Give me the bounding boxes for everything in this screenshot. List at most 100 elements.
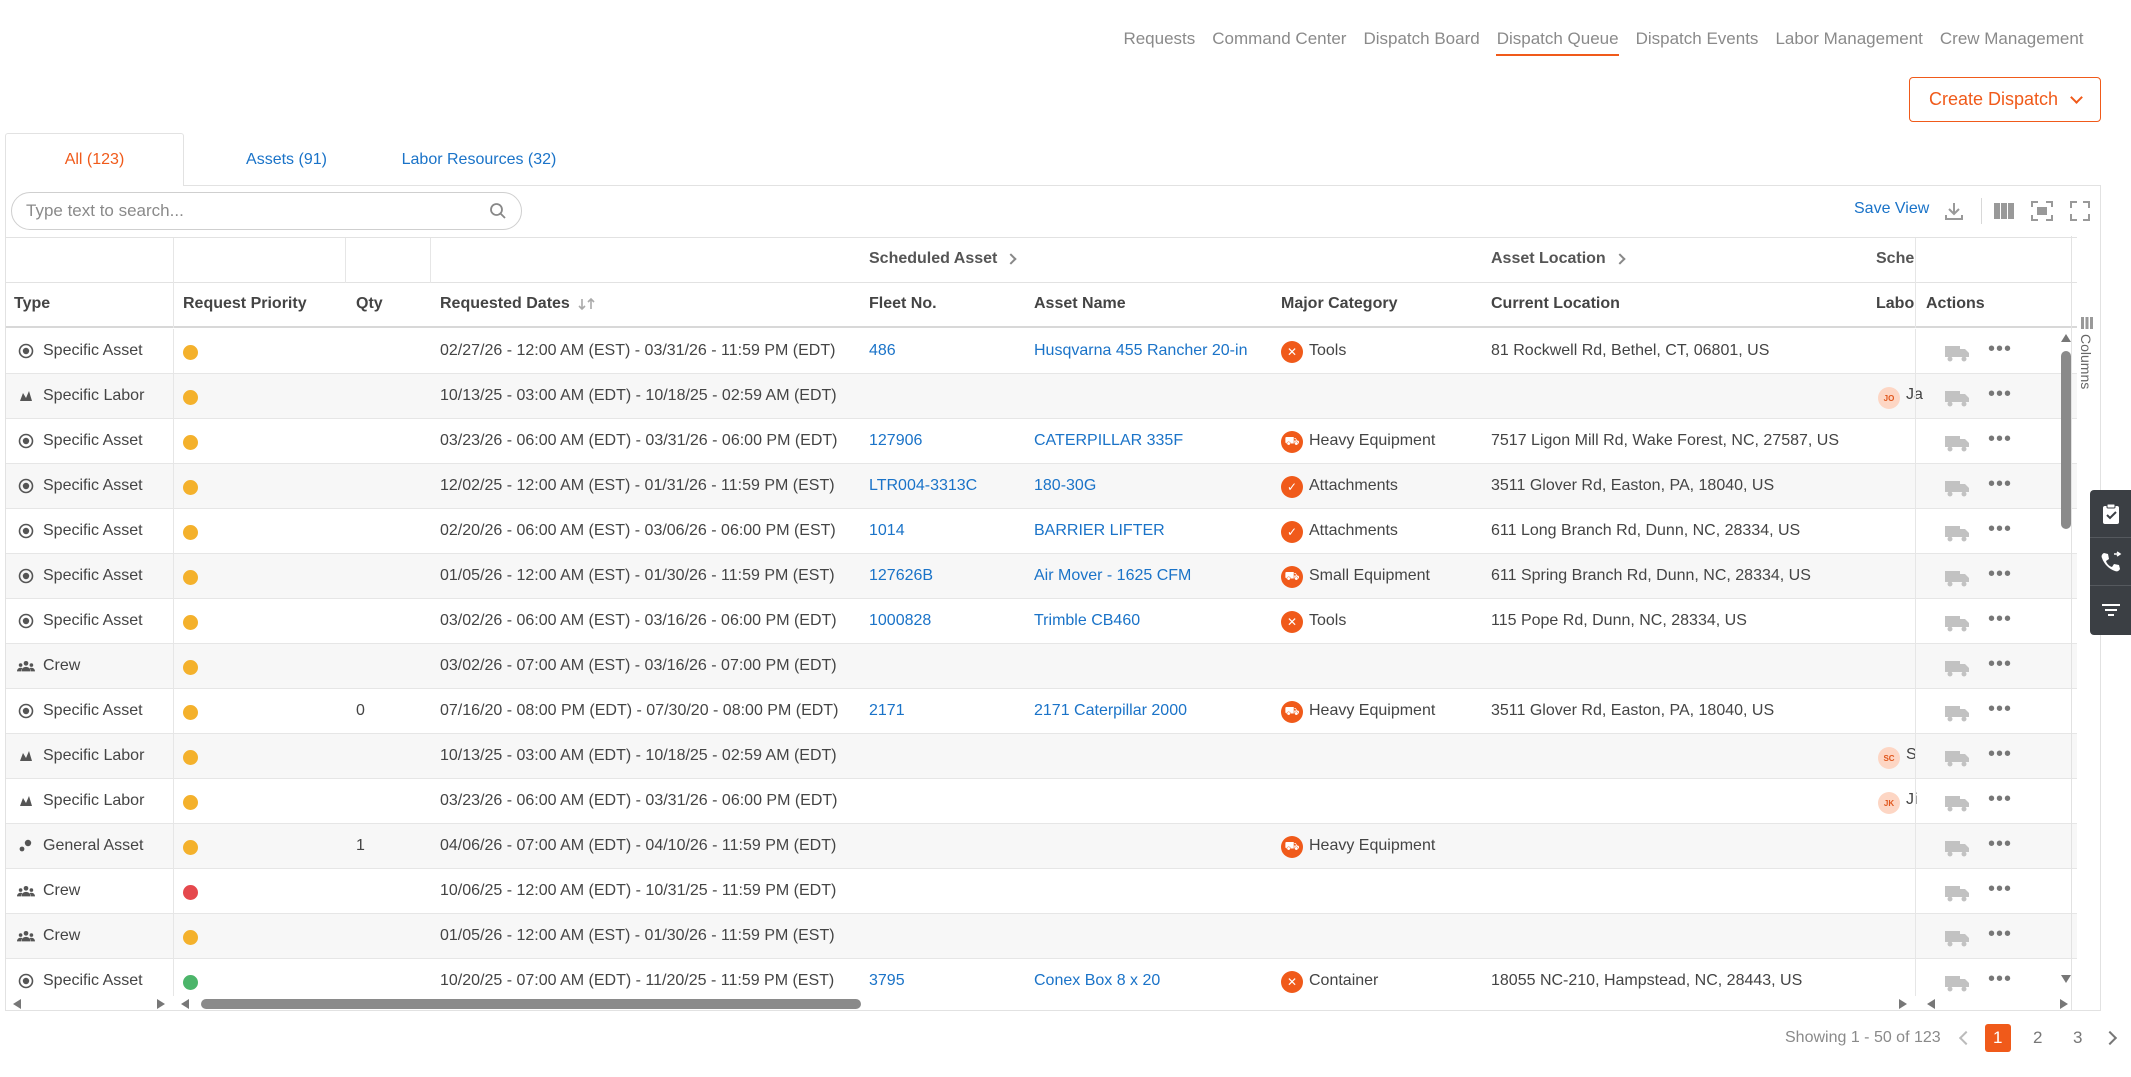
table-row[interactable]: Specific Asset 02/20/26 - 06:00 AM (EST) … [6,509,2077,554]
asset-name-link[interactable]: Trimble CB460 [1034,611,1140,631]
fleet-no-link[interactable]: 2171 [869,701,905,721]
dispatch-truck-icon[interactable] [1944,974,1970,996]
group-scheduled-asset[interactable]: Scheduled Asset [869,250,1018,268]
more-actions-icon[interactable]: ••• [1988,609,2012,629]
nav-crew-management[interactable]: Crew Management [1931,26,2092,52]
scroll-thumb[interactable] [201,999,861,1009]
more-actions-icon[interactable]: ••• [1988,519,2012,539]
more-actions-icon[interactable]: ••• [1988,699,2012,719]
nav-requests[interactable]: Requests [1115,26,1204,52]
fleet-no-link[interactable]: 3795 [869,971,905,991]
more-actions-icon[interactable]: ••• [1988,429,2012,449]
dispatch-truck-icon[interactable] [1944,389,1970,412]
asset-name-link[interactable]: 180-30G [1034,476,1096,496]
scroll-thumb[interactable] [2061,351,2071,529]
search-icon[interactable] [489,202,507,220]
table-row[interactable]: Specific Asset 0 07/16/20 - 08:00 PM (EDT)… [6,689,2077,734]
fullscreen-icon[interactable] [2067,198,2093,224]
more-actions-icon[interactable]: ••• [1988,564,2012,584]
scroll-left-icon[interactable] [180,998,190,1010]
nav-labor-management[interactable]: Labor Management [1767,26,1931,52]
scroll-right-icon[interactable] [1898,998,1908,1010]
fleet-no-link[interactable]: LTR004-3313C [869,476,977,496]
table-row[interactable]: Crew 03/02/26 - 07:00 AM (EST) - 03/16/26… [6,644,2077,689]
scroll-left-icon[interactable] [1926,998,1936,1010]
header-type[interactable]: Type [14,295,50,313]
table-row[interactable]: General Asset 1 04/06/26 - 07:00 AM (EDT) … [6,824,2077,869]
group-scheduled-labor[interactable]: Sche [1876,250,1914,268]
create-dispatch-button[interactable]: Create Dispatch [1909,77,2101,122]
asset-name-link[interactable]: CATERPILLAR 335F [1034,431,1183,451]
table-row[interactable]: Specific Asset 02/27/26 - 12:00 AM (EST) … [6,329,2077,374]
table-row[interactable]: Crew 01/05/26 - 12:00 AM (EST) - 01/30/26… [6,914,2077,959]
fit-screen-icon[interactable] [2029,198,2055,224]
fleet-no-link[interactable]: 127906 [869,431,922,451]
prev-page-icon[interactable] [1958,1030,1973,1046]
header-asset-name[interactable]: Asset Name [1034,295,1126,313]
table-row[interactable]: Specific Asset 03/02/26 - 06:00 AM (EST) … [6,599,2077,644]
filter-icon[interactable] [2090,586,2131,634]
dispatch-truck-icon[interactable] [1944,614,1970,637]
more-actions-icon[interactable]: ••• [1988,924,2012,944]
table-row[interactable]: Specific Labor 03/23/26 - 06:00 AM (EDT) … [6,779,2077,824]
page-3[interactable]: 3 [2065,1024,2091,1052]
fleet-no-link[interactable]: 1000828 [869,611,931,631]
nav-command-center[interactable]: Command Center [1204,26,1355,52]
dispatch-truck-icon[interactable] [1944,659,1970,682]
phone-transfer-icon[interactable] [2090,538,2131,586]
group-asset-location[interactable]: Asset Location [1491,250,1626,268]
download-icon[interactable] [1941,198,1967,224]
table-row[interactable]: Specific Asset 03/23/26 - 06:00 AM (EDT) … [6,419,2077,464]
asset-name-link[interactable]: Conex Box 8 x 20 [1034,971,1160,991]
more-actions-icon[interactable]: ••• [1988,339,2012,359]
dispatch-truck-icon[interactable] [1944,569,1970,592]
table-row[interactable]: Specific Asset 01/05/26 - 12:00 AM (EST) … [6,554,2077,599]
header-labor[interactable]: Labor [1876,295,1914,313]
header-qty[interactable]: Qty [356,295,383,313]
more-actions-icon[interactable]: ••• [1988,789,2012,809]
asset-name-link[interactable]: Air Mover - 1625 CFM [1034,566,1191,586]
next-page-icon[interactable] [2102,1030,2117,1046]
dispatch-truck-icon[interactable] [1944,749,1970,772]
header-fleet-no[interactable]: Fleet No. [869,295,937,313]
dispatch-truck-icon[interactable] [1944,839,1970,862]
page-1[interactable]: 1 [1984,1024,2011,1052]
horizontal-scrollbar[interactable] [6,994,2077,1012]
search-input[interactable] [26,201,489,221]
tab-all[interactable]: All (123) [5,133,184,186]
more-actions-icon[interactable]: ••• [1988,879,2012,899]
nav-dispatch-queue[interactable]: Dispatch Queue [1488,26,1627,56]
more-actions-icon[interactable]: ••• [1988,654,2012,674]
table-row[interactable]: Crew 10/06/25 - 12:00 AM (EDT) - 10/31/25… [6,869,2077,914]
scroll-right-icon[interactable] [156,998,166,1010]
fleet-no-link[interactable]: 1014 [869,521,905,541]
nav-dispatch-board[interactable]: Dispatch Board [1355,26,1488,52]
more-actions-icon[interactable]: ••• [1988,384,2012,404]
clipboard-check-icon[interactable] [2090,490,2131,538]
header-request-priority[interactable]: Request Priority [183,295,307,313]
header-current-location[interactable]: Current Location [1491,295,1620,313]
columns-layout-icon[interactable] [1991,198,2017,224]
dispatch-truck-icon[interactable] [1944,929,1970,952]
sort-icon[interactable] [578,297,596,311]
dispatch-truck-icon[interactable] [1944,884,1970,907]
dispatch-truck-icon[interactable] [1944,344,1970,367]
more-actions-icon[interactable]: ••• [1988,834,2012,854]
dispatch-truck-icon[interactable] [1944,794,1970,817]
page-2[interactable]: 2 [2025,1024,2051,1052]
header-requested-dates[interactable]: Requested Dates [440,295,596,313]
scroll-left-icon[interactable] [12,998,22,1010]
asset-name-link[interactable]: BARRIER LIFTER [1034,521,1165,541]
table-row[interactable]: Specific Asset 10/20/25 - 07:00 AM (EDT) … [6,959,2077,996]
more-actions-icon[interactable]: ••• [1988,474,2012,494]
header-major-category[interactable]: Major Category [1281,295,1397,313]
dispatch-truck-icon[interactable] [1944,524,1970,547]
table-row[interactable]: Specific Labor 10/13/25 - 03:00 AM (EDT) … [6,734,2077,779]
save-view-link[interactable]: Save View [1854,200,1929,218]
more-actions-icon[interactable]: ••• [1988,744,2012,764]
more-actions-icon[interactable]: ••• [1988,969,2012,989]
dispatch-truck-icon[interactable] [1944,479,1970,502]
table-row[interactable]: Specific Asset 12/02/25 - 12:00 AM (EST) … [6,464,2077,509]
tab-labor-resources[interactable]: Labor Resources (32) [389,133,569,186]
asset-name-link[interactable]: Husqvarna 455 Rancher 20-in [1034,341,1247,361]
